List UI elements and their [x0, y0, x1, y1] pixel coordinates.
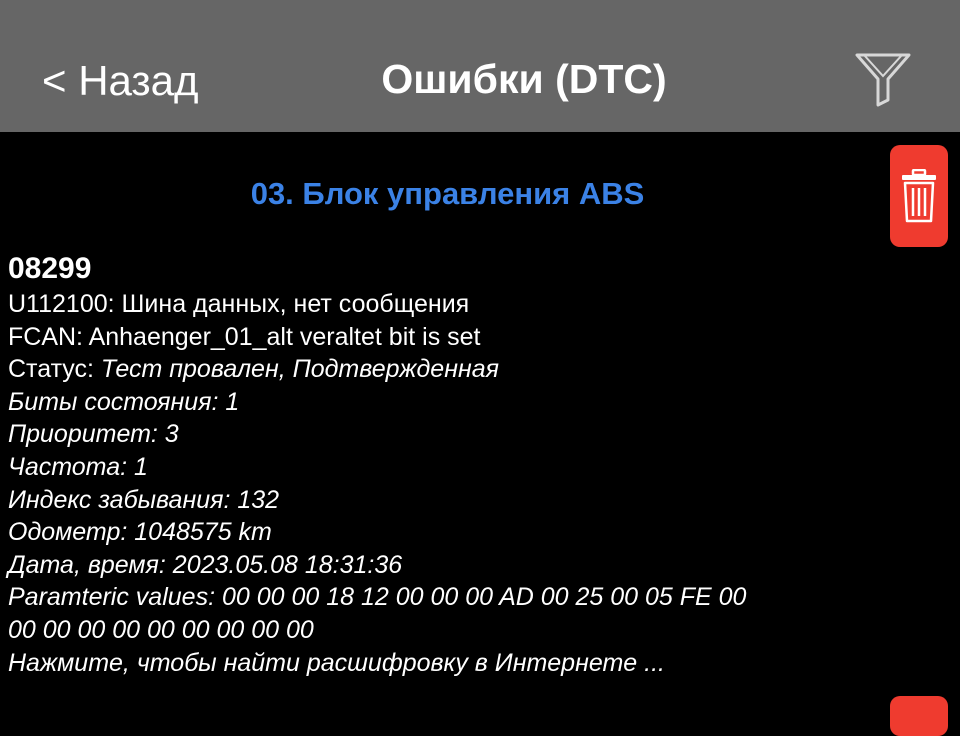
dtc-detail: FCAN: Anhaenger_01_alt veraltet bit is s…: [8, 322, 481, 351]
dtc-odometer: Одометр: 1048575 km: [8, 518, 272, 547]
dtc-param-values: Paramteric values: 00 00 00 18 12 00 00 …: [8, 583, 747, 612]
status-value: Тест провален, Подтвержденная: [100, 355, 499, 384]
search-online-link[interactable]: Нажмите, чтобы найти расшифровку в Интер…: [8, 647, 746, 680]
delete-button-next[interactable]: [890, 696, 948, 736]
dtc-status: Статус: Тест провален, Подтвержденная: [8, 353, 746, 386]
dtc-code: 08299: [8, 252, 92, 285]
dtc-datetime: Дата, время: 2023.05.08 18:31:36: [8, 550, 403, 579]
navigation-bar: < Назад Ошибки (DTC): [0, 0, 960, 132]
dtc-description: U112100: Шина данных, нет сообщения: [8, 290, 470, 318]
status-label: Статус:: [8, 355, 101, 384]
dtc-frequency: Частота: 1: [8, 452, 148, 481]
page-title: Ошибки (DTC): [381, 56, 667, 102]
delete-button[interactable]: [890, 145, 948, 247]
dtc-status-bits: Биты состояния: 1: [8, 387, 240, 416]
module-title: 03. Блок управления ABS: [250, 176, 645, 211]
dtc-forget-index: Индекс забывания: 132: [8, 485, 280, 514]
trash-icon: [902, 169, 936, 223]
dtc-entry[interactable]: 08299 U112100: Шина данных, нет сообщени…: [8, 250, 746, 679]
funnel-icon[interactable]: [852, 50, 914, 108]
dtc-priority: Приоритет: 3: [8, 420, 179, 449]
dtc-param-values-cont: 00 00 00 00 00 00 00 00 00: [8, 615, 314, 644]
